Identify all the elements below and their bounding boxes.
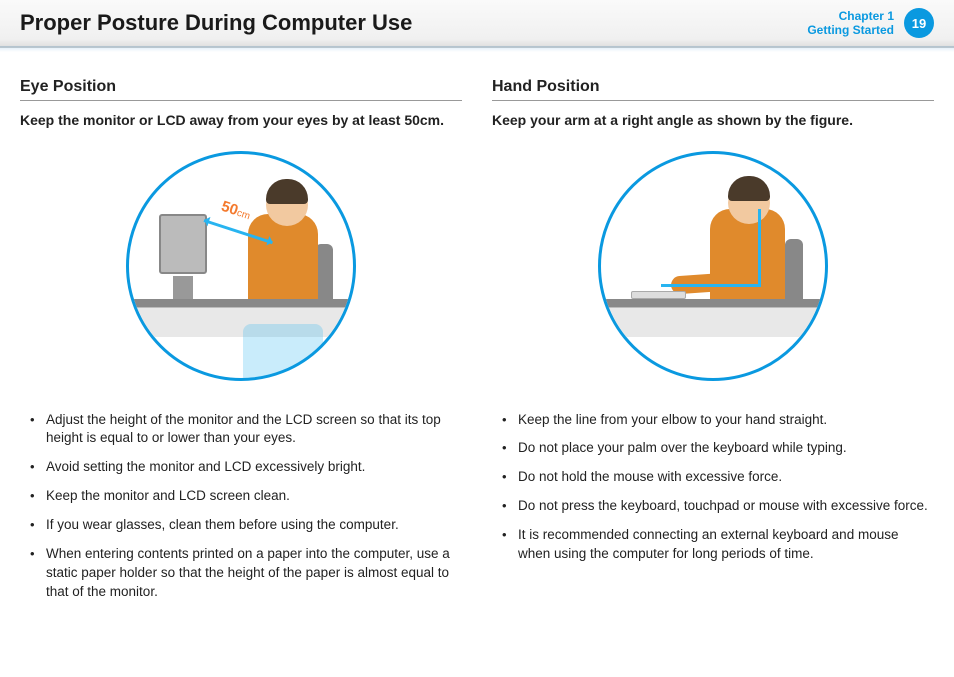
person-hair-icon <box>728 176 770 201</box>
list-item: Do not hold the mouse with excessive for… <box>498 468 934 487</box>
list-item: If you wear glasses, clean them before u… <box>26 516 462 535</box>
page-header: Proper Posture During Computer Use Chapt… <box>0 0 954 48</box>
hand-bullet-list: Keep the line from your elbow to your ha… <box>492 411 934 564</box>
eye-figure-circle: 50cm <box>126 151 356 381</box>
eye-bullet-list: Adjust the height of the monitor and the… <box>20 411 462 602</box>
list-item: Avoid setting the monitor and LCD excess… <box>26 458 462 477</box>
chapter-info: Chapter 1 Getting Started <box>807 9 894 38</box>
list-item: Adjust the height of the monitor and the… <box>26 411 462 449</box>
chapter-name: Getting Started <box>807 23 894 37</box>
chapter-number: Chapter 1 <box>807 9 894 23</box>
list-item: Do not place your palm over the keyboard… <box>498 439 934 458</box>
list-item: It is recommended connecting an external… <box>498 526 934 564</box>
desk-edge-icon <box>598 307 828 337</box>
list-item: Do not press the keyboard, touchpad or m… <box>498 497 934 516</box>
distance-label: 50cm <box>219 197 253 222</box>
list-item: Keep the monitor and LCD screen clean. <box>26 487 462 506</box>
hand-section-title: Hand Position <box>492 78 934 101</box>
desk-icon <box>126 299 356 307</box>
list-item: When entering contents printed on a pape… <box>26 545 462 602</box>
right-angle-vertical-icon <box>758 209 761 287</box>
hand-figure-circle <box>598 151 828 381</box>
eye-section-title: Eye Position <box>20 78 462 101</box>
list-item: Keep the line from your elbow to your ha… <box>498 411 934 430</box>
person-hair-icon <box>266 179 308 204</box>
page-title: Proper Posture During Computer Use <box>20 10 807 36</box>
hand-position-figure <box>492 151 934 381</box>
page-number: 19 <box>912 16 926 31</box>
eye-position-section: Eye Position Keep the monitor or LCD awa… <box>20 78 462 612</box>
hand-position-section: Hand Position Keep your arm at a right a… <box>492 78 934 612</box>
page-number-badge: 19 <box>904 8 934 38</box>
eye-position-figure: 50cm <box>20 151 462 381</box>
right-angle-horizontal-icon <box>661 284 761 287</box>
eye-section-intro: Keep the monitor or LCD away from your e… <box>20 111 462 131</box>
monitor-stand-icon <box>173 276 193 301</box>
desk-icon <box>598 299 828 307</box>
keyboard-icon <box>631 291 686 299</box>
hand-section-intro: Keep your arm at a right angle as shown … <box>492 111 934 131</box>
content-area: Eye Position Keep the monitor or LCD awa… <box>0 48 954 632</box>
seat-shadow-icon <box>243 324 323 381</box>
